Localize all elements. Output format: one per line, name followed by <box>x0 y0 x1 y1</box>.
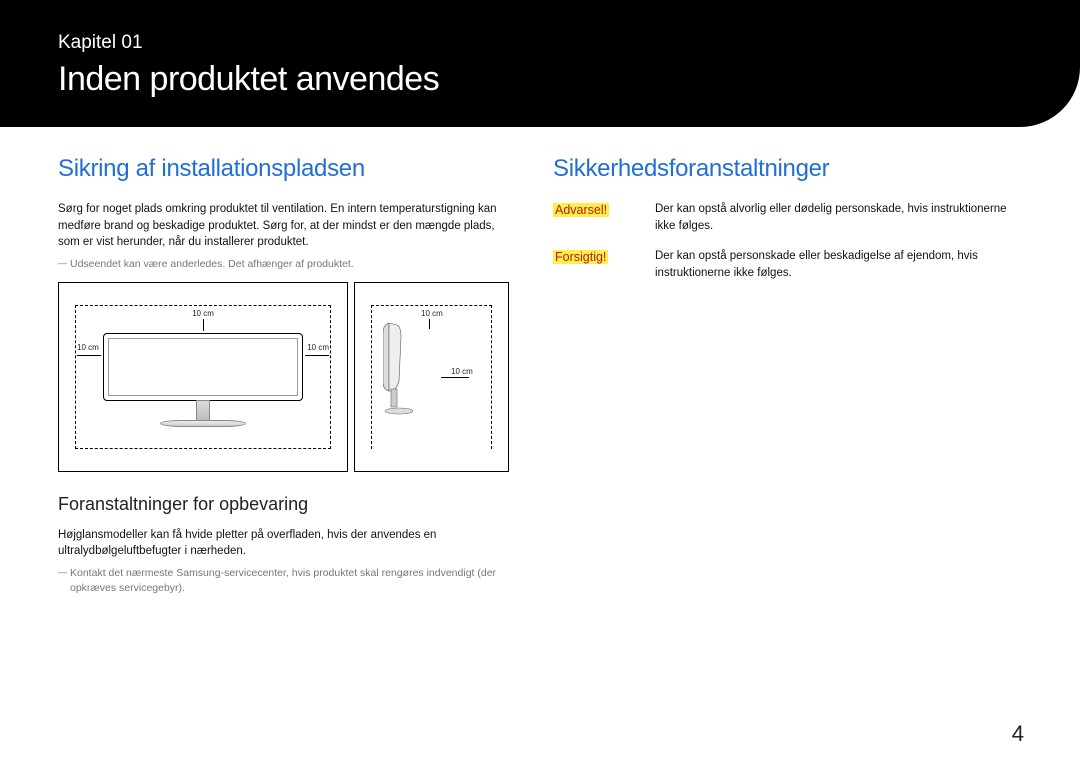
page-content: Sikring af installationspladsen Sørg for… <box>0 127 1080 605</box>
installation-intro: Sørg for noget plads omkring produktet t… <box>58 201 513 251</box>
clearance-diagram-row: 10 cm 10 cm 10 cm 10 cm <box>58 282 513 472</box>
dim-left-label: 10 cm <box>77 343 99 352</box>
dim-right-label: 10 cm <box>307 343 329 352</box>
section-heading-safety: Sikkerhedsforanstaltninger <box>553 155 1022 183</box>
storage-text: Højglansmodeller kan få hvide pletter på… <box>58 527 513 560</box>
installation-note-appearance: Udseendet kan være anderledes. Det afhæn… <box>58 257 513 272</box>
chapter-header: Kapitel 01 Inden produktet anvendes <box>0 0 1080 127</box>
section-heading-installation: Sikring af installationspladsen <box>58 155 513 183</box>
clearance-diagram-front: 10 cm 10 cm 10 cm <box>58 282 348 472</box>
monitor-side-icon <box>383 323 413 415</box>
subheading-storage: Foranstaltninger for opbevaring <box>58 494 513 515</box>
right-column: Sikkerhedsforanstaltninger Advarsel! Der… <box>553 155 1022 605</box>
dim-side-top-label: 10 cm <box>421 309 443 318</box>
storage-note-service: Kontakt det nærmeste Samsung-servicecent… <box>58 566 513 595</box>
dim-side-back-label: 10 cm <box>451 367 473 376</box>
dim-top-label: 10 cm <box>192 309 214 318</box>
chapter-title: Inden produktet anvendes <box>58 60 1022 99</box>
safety-label-warning: Advarsel! <box>553 201 637 234</box>
clearance-diagram-side: 10 cm 10 cm <box>354 282 509 472</box>
safety-label-caution: Forsigtig! <box>553 248 637 281</box>
safety-desc-warning: Der kan opstå alvorlig eller dødelig per… <box>655 201 1022 234</box>
left-column: Sikring af installationspladsen Sørg for… <box>58 155 513 605</box>
chapter-label: Kapitel 01 <box>58 32 1022 54</box>
safety-table: Advarsel! Der kan opstå alvorlig eller d… <box>553 201 1022 282</box>
page-number: 4 <box>1012 721 1024 747</box>
safety-desc-caution: Der kan opstå personskade eller beskadig… <box>655 248 1022 281</box>
